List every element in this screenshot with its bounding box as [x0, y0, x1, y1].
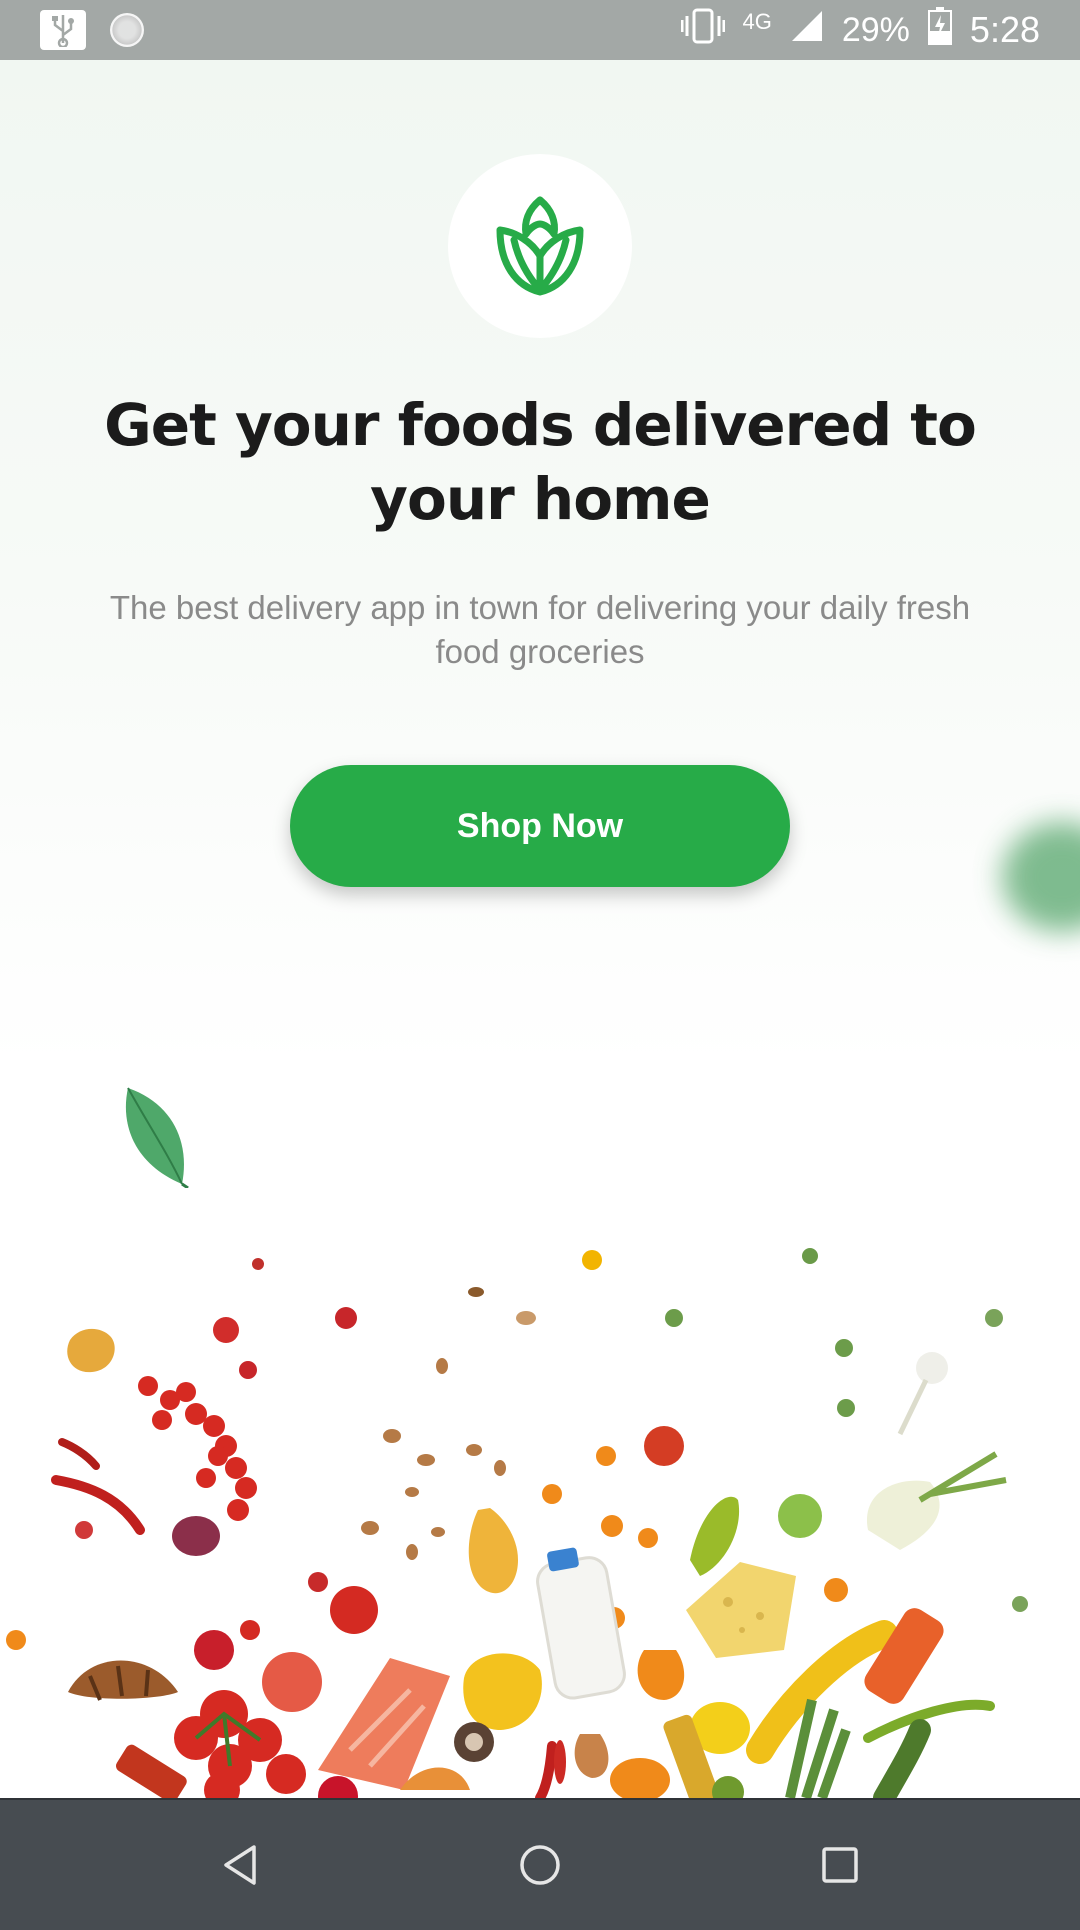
signal-icon [790, 9, 824, 52]
leaf-illustration [125, 1087, 189, 1188]
page-subtitle: The best delivery app in town for delive… [109, 589, 971, 670]
clock: 5:28 [969, 9, 1040, 50]
shop-now-button[interactable]: Shop Now [290, 765, 790, 887]
status-left-icons [40, 10, 144, 50]
battery-charging-icon [927, 6, 952, 54]
system-nav-bar [0, 1798, 1080, 1930]
status-bar: 4G 29% 5:28 [0, 0, 1080, 60]
home-icon[interactable] [500, 1830, 580, 1900]
back-icon[interactable] [200, 1830, 280, 1900]
groceries-illustration [6, 1248, 1028, 1798]
app-logo [448, 154, 632, 338]
usb-icon [40, 10, 86, 50]
status-right-icons: 4G 29% 5:28 [680, 6, 1040, 54]
battery-percent: 29% [841, 10, 910, 49]
leaf-logo-icon [496, 196, 584, 296]
vibrate-icon [680, 8, 725, 53]
network-type: 4G [742, 9, 772, 34]
page-title: Get your foods delivered to your home [104, 391, 977, 533]
recents-icon[interactable] [800, 1830, 880, 1900]
decorative-blur-leaf [1002, 822, 1080, 932]
onboarding-screen: Get your foods delivered to your home Th… [0, 60, 1080, 1798]
loading-icon [110, 13, 144, 47]
